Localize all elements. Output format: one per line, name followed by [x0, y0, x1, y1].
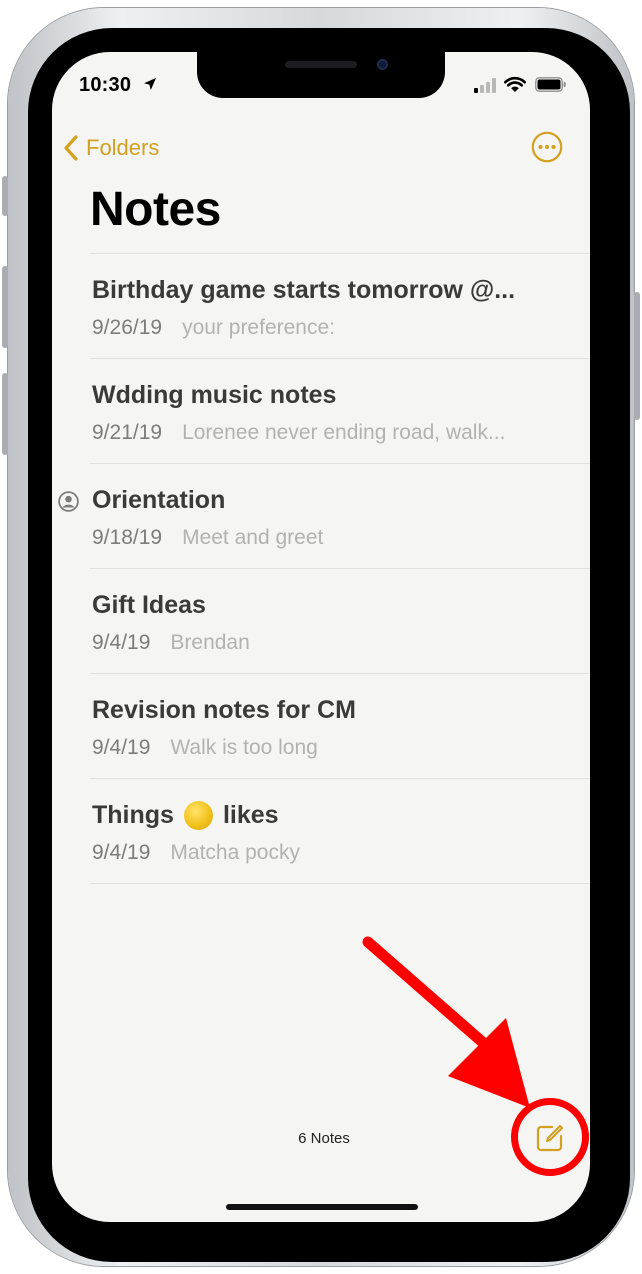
note-row[interactable]: Birthday game starts tomorrow @... 9/26/…: [90, 253, 590, 358]
note-row[interactable]: Gift Ideas 9/4/19 Brendan: [90, 568, 590, 673]
volume-down-button: [2, 373, 8, 455]
note-subtitle: 9/18/19 Meet and greet: [92, 526, 323, 550]
note-date: 9/26/19: [92, 316, 163, 339]
note-subtitle: 9/21/19 Lorenee never ending road, walk..…: [92, 421, 505, 445]
page: 10:30 Folders Notes Birthday game starts…: [0, 0, 642, 1274]
note-date: 9/4/19: [92, 736, 151, 759]
shared-person-icon: [58, 491, 79, 512]
note-preview: Matcha pocky: [170, 841, 300, 864]
yellow-face-emoji-icon: [183, 801, 213, 830]
note-date: 9/4/19: [92, 631, 151, 654]
note-title-before: Things: [92, 801, 174, 829]
mute-switch: [2, 176, 8, 216]
note-preview: Lorenee never ending road, walk...: [182, 421, 506, 444]
chevron-left-icon: [64, 135, 78, 161]
location-arrow-icon: [144, 78, 156, 90]
note-row[interactable]: Revision notes for CM 9/4/19 Walk is too …: [90, 673, 590, 778]
note-date: 9/18/19: [92, 526, 163, 549]
volume-up-button: [2, 266, 8, 348]
note-date: 9/4/19: [92, 841, 151, 864]
speaker-grille: [285, 61, 357, 68]
note-preview: Walk is too long: [170, 736, 318, 759]
note-subtitle: 9/4/19 Walk is too long: [92, 736, 318, 760]
notes-list: Birthday game starts tomorrow @... 9/26/…: [58, 253, 590, 884]
note-title: Things likes: [92, 801, 279, 830]
power-button: [634, 292, 640, 420]
folders-back-label: Folders: [86, 135, 160, 160]
front-camera: [377, 59, 388, 70]
note-preview: Brendan: [170, 631, 250, 654]
note-title-after: likes: [222, 801, 279, 829]
cellular-signal-icon: [474, 78, 496, 93]
notch: [197, 52, 445, 98]
status-time: 10:30: [79, 74, 132, 96]
note-title: Wdding music notes: [92, 381, 337, 409]
ellipsis-circle-icon[interactable]: [531, 131, 563, 163]
folders-back-button[interactable]: Folders: [62, 130, 159, 166]
note-preview: Meet and greet: [182, 526, 324, 549]
note-preview: your preference:: [182, 316, 335, 339]
home-indicator[interactable]: [226, 1204, 418, 1210]
page-title: Notes: [90, 183, 221, 236]
note-title: Birthday game starts tomorrow @...: [92, 276, 516, 304]
note-row[interactable]: Wdding music notes 9/21/19 Lorenee never …: [90, 358, 590, 463]
note-row[interactable]: Things likes 9/4/19 Matcha pocky: [90, 778, 590, 884]
battery-icon: [535, 77, 566, 92]
notes-count: 6 Notes: [298, 1130, 350, 1147]
annotation-circle: [511, 1098, 589, 1176]
note-subtitle: 9/26/19 your preference:: [92, 316, 335, 340]
note-row[interactable]: Orientation 9/18/19 Meet and greet: [58, 463, 590, 568]
note-date: 9/21/19: [92, 421, 163, 444]
note-subtitle: 9/4/19 Brendan: [92, 631, 250, 655]
wifi-icon: [504, 77, 526, 92]
annotation-arrow-icon: [362, 936, 530, 1108]
note-title: Orientation: [92, 486, 226, 514]
note-title: Revision notes for CM: [92, 696, 356, 724]
note-title: Gift Ideas: [92, 591, 206, 619]
note-subtitle: 9/4/19 Matcha pocky: [92, 841, 300, 865]
